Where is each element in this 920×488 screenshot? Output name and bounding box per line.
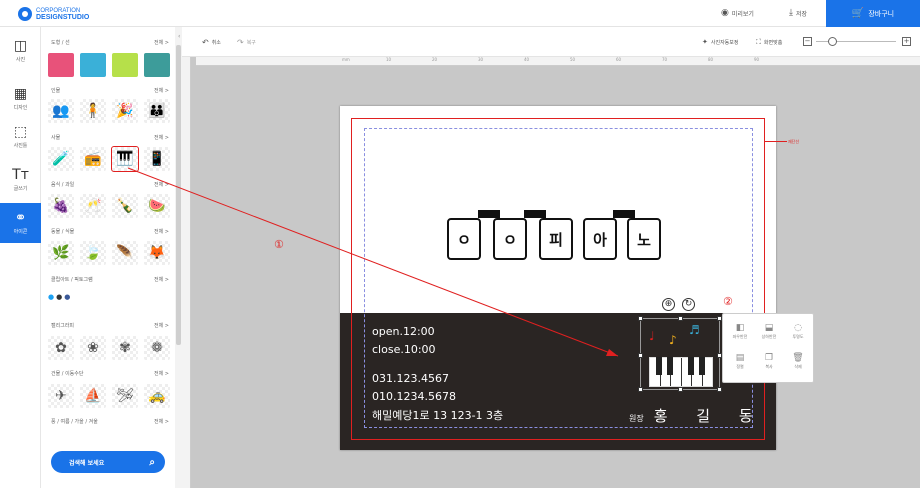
annotation-marker-1: ① bbox=[274, 238, 284, 251]
annotation-arrow bbox=[127, 167, 619, 357]
annotation-marker-2: ② bbox=[723, 295, 733, 308]
